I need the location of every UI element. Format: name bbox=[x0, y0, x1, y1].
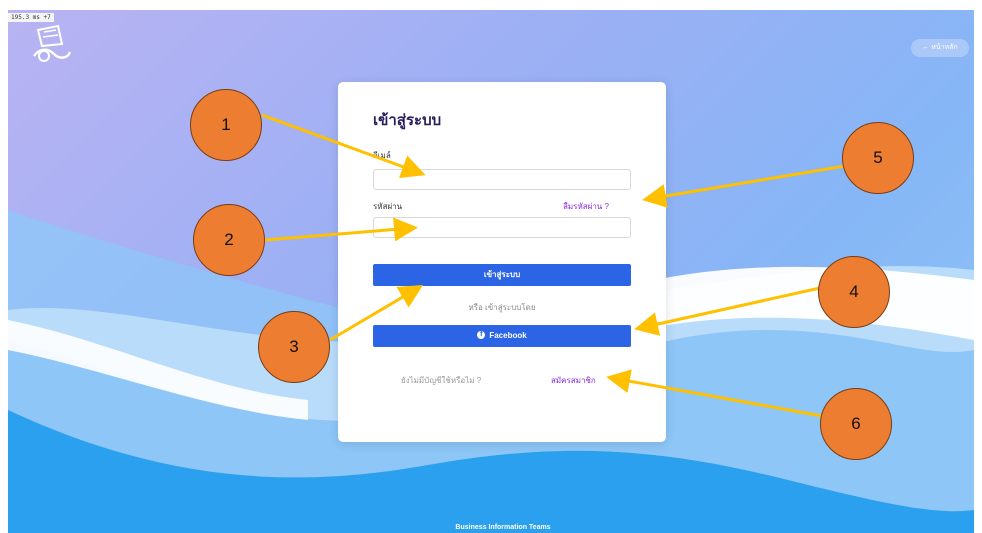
annotation-marker-6: 6 bbox=[820, 388, 892, 460]
annotation-marker-4: 4 bbox=[818, 256, 890, 328]
password-label: รหัสผ่าน bbox=[373, 202, 403, 211]
or-login-with-text: หรือ เข้าสู่ระบบโดย bbox=[468, 303, 536, 312]
password-field[interactable] bbox=[373, 217, 631, 238]
annotation-marker-3: 3 bbox=[258, 311, 330, 383]
facebook-login-button[interactable]: f Facebook bbox=[373, 325, 631, 347]
login-card: เข้าสู่ระบบ อีเมล์ รหัสผ่าน ลืมรหัสผ่าน … bbox=[338, 82, 666, 442]
ship-logo-icon bbox=[33, 24, 72, 62]
email-field[interactable] bbox=[373, 169, 631, 190]
home-button[interactable]: ← หน้าหลัก bbox=[911, 39, 969, 57]
annotation-marker-1: 1 bbox=[190, 89, 262, 161]
login-button[interactable]: เข้าสู่ระบบ bbox=[373, 264, 631, 286]
facebook-icon: f bbox=[477, 330, 486, 339]
facebook-label: Facebook bbox=[489, 331, 527, 340]
no-account-text: ยังไม่มีบัญชีใช้หรือไม่ ? bbox=[401, 376, 482, 385]
annotation-marker-2: 2 bbox=[193, 204, 265, 276]
signup-link[interactable]: สมัครสมาชิก bbox=[551, 374, 596, 387]
email-label: อีเมล์ bbox=[373, 151, 391, 160]
login-title: เข้าสู่ระบบ bbox=[373, 112, 442, 129]
footer-text: Business Information Teams bbox=[455, 524, 551, 531]
debug-readout: 195.3 ms +7 bbox=[8, 13, 54, 22]
annotation-marker-5: 5 bbox=[842, 122, 914, 194]
forgot-password-link[interactable]: ลืมรหัสผ่าน ? bbox=[563, 200, 609, 213]
